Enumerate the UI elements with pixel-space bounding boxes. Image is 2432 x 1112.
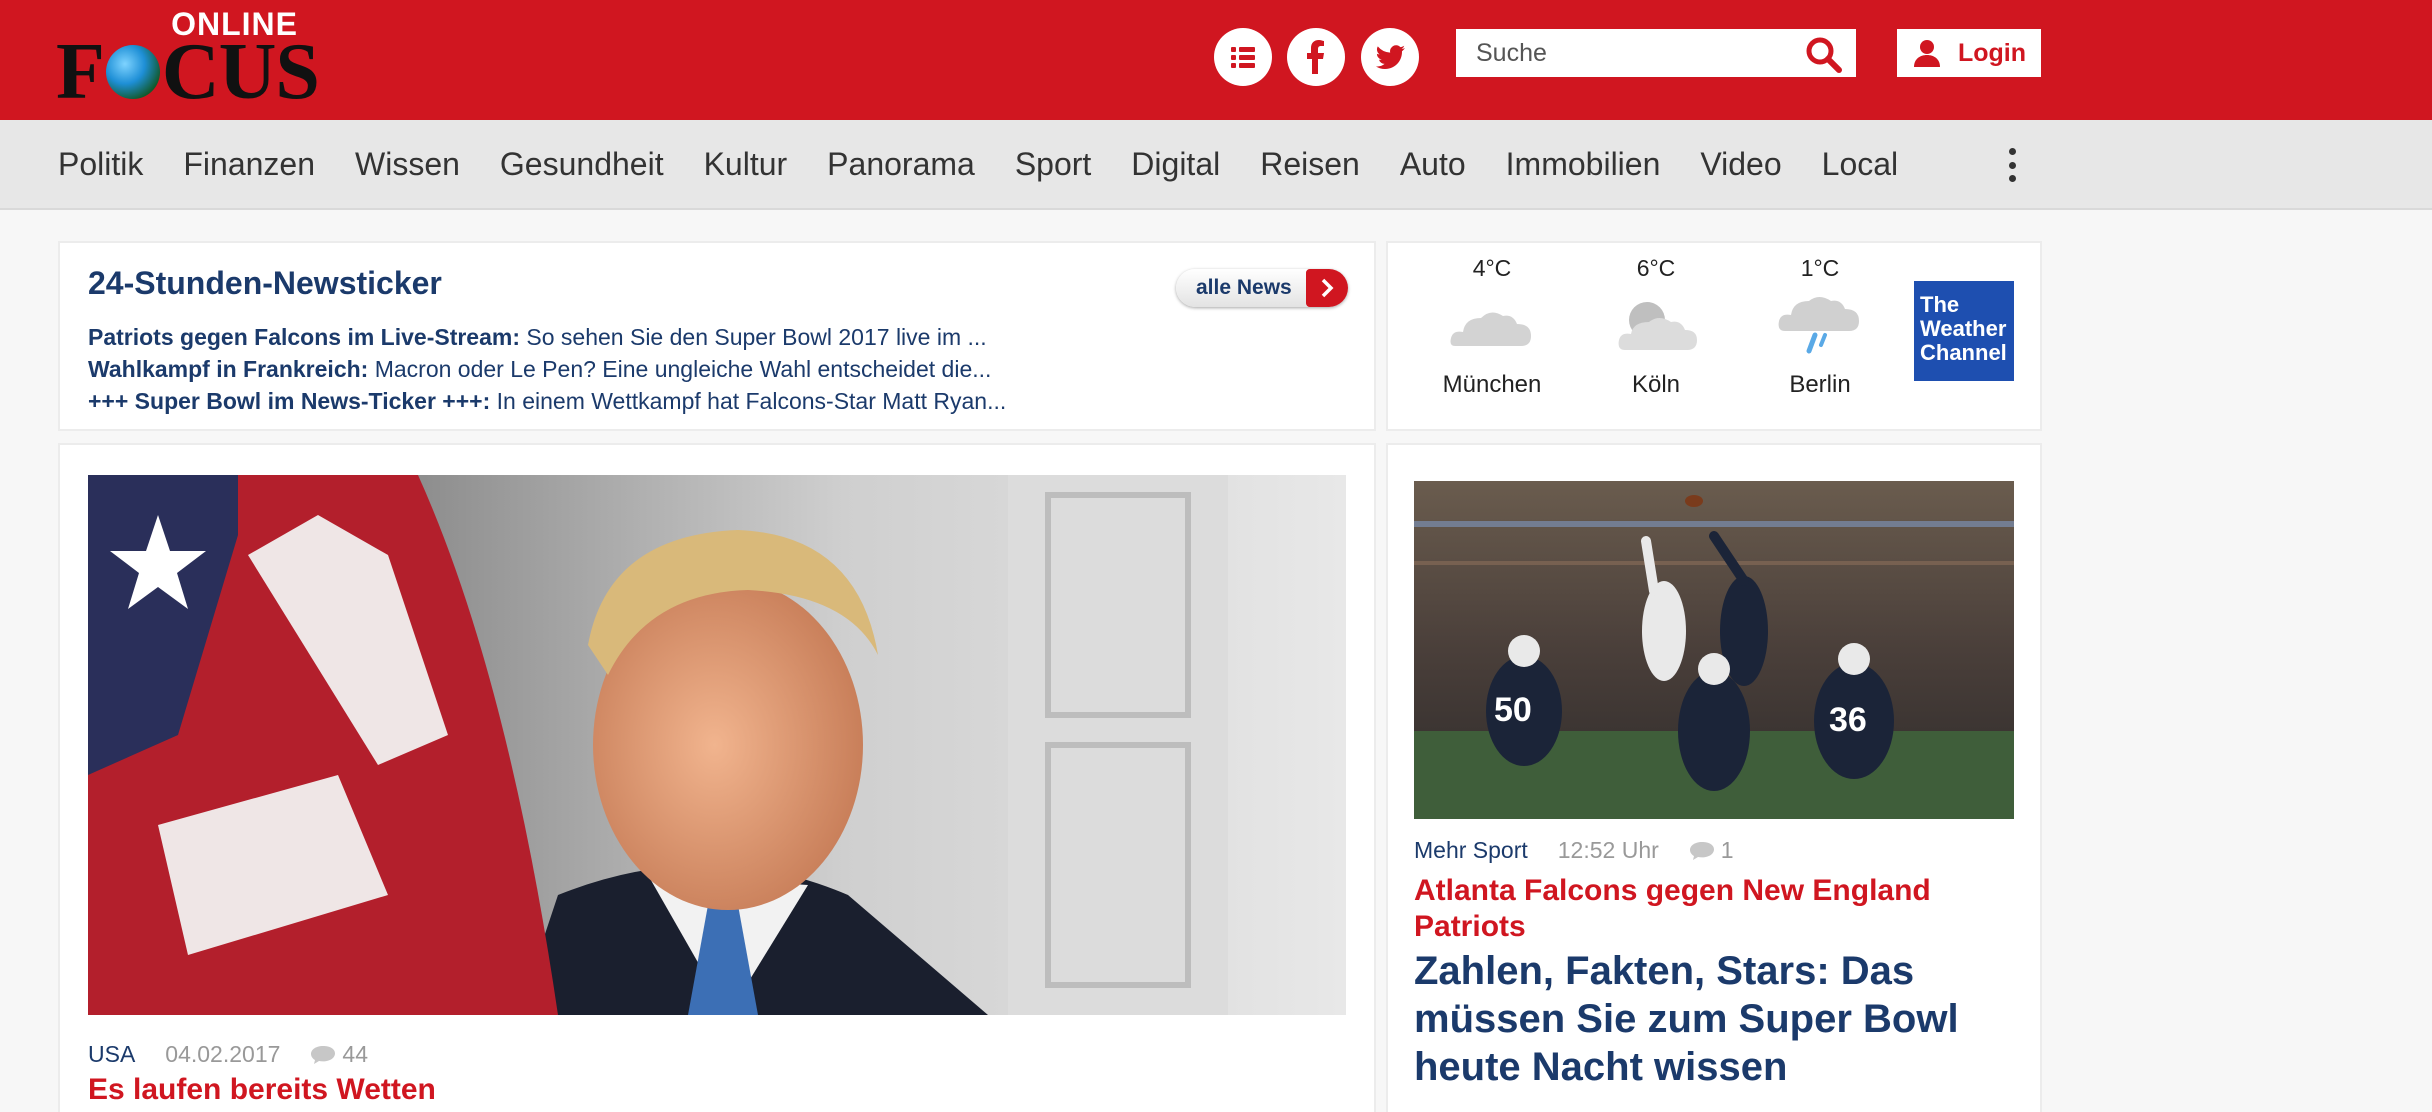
menu-list-icon[interactable] — [1214, 28, 1272, 86]
login-button[interactable]: Login — [1897, 29, 2041, 77]
main-navigation: Politik Finanzen Wissen Gesundheit Kultu… — [0, 120, 2432, 210]
facebook-icon[interactable] — [1287, 28, 1345, 86]
chevron-right-icon — [1306, 269, 1348, 307]
search-icon[interactable] — [1804, 35, 1842, 73]
nav-item-kultur[interactable]: Kultur — [704, 146, 788, 183]
nav-item-gesundheit[interactable]: Gesundheit — [500, 146, 664, 183]
side-article-meta: Mehr Sport 12:52 Uhr 1 — [1414, 837, 1734, 864]
weather-temp: 4°C — [1472, 255, 1512, 281]
rain-cloud-icon — [1778, 297, 1859, 354]
newsticker-item[interactable]: Wahlkampf in Frankreich: Macron oder Le … — [88, 353, 1006, 385]
newsticker-item[interactable]: +++ Super Bowl im News-Ticker +++: In ei… — [88, 385, 1006, 417]
comment-count[interactable]: 44 — [310, 1041, 368, 1068]
nav-item-digital[interactable]: Digital — [1131, 146, 1220, 183]
weather-city-cologne[interactable]: 6°C Köln — [1576, 255, 1736, 399]
newsticker-box: 24-Stunden-Newsticker alle News Patriots… — [60, 243, 1374, 429]
side-article-image[interactable]: 50 36 — [1414, 481, 2014, 819]
newsticker-list: Patriots gegen Falcons im Live-Stream: S… — [88, 321, 1006, 417]
weather-channel-logo[interactable]: The Weather Channel — [1914, 281, 2014, 381]
weather-city: Berlin — [1789, 371, 1851, 398]
side-article-card[interactable]: 50 36 Mehr Sport 12:52 Uhr 1 Atlanta Fal… — [1388, 445, 2040, 1112]
nav-list: Politik Finanzen Wissen Gesundheit Kultu… — [58, 120, 1898, 208]
side-article-kicker[interactable]: Atlanta Falcons gegen New England Patrio… — [1414, 873, 2014, 945]
more-menu-icon[interactable] — [2000, 148, 2024, 182]
twitter-icon[interactable] — [1361, 28, 1419, 86]
logo-letter-f: F — [56, 28, 105, 116]
weather-city-munich[interactable]: 4°C München — [1412, 255, 1572, 399]
nav-item-auto[interactable]: Auto — [1400, 146, 1466, 183]
newsticker-item[interactable]: Patriots gegen Falcons im Live-Stream: S… — [88, 321, 1006, 353]
partly-cloudy-icon — [1618, 302, 1697, 350]
nav-item-local[interactable]: Local — [1822, 146, 1899, 183]
side-article-headline[interactable]: Zahlen, Fakten, Stars: Das müssen Sie zu… — [1414, 947, 2014, 1091]
portrait-photo — [88, 475, 1346, 1015]
globe-icon — [105, 45, 160, 99]
weather-city: Köln — [1631, 371, 1681, 398]
svg-text:50: 50 — [1494, 691, 1532, 729]
all-news-button[interactable]: alle News — [1176, 269, 1348, 307]
svg-text:36: 36 — [1829, 701, 1867, 739]
nav-item-sport[interactable]: Sport — [1015, 146, 1091, 183]
comment-icon — [311, 1045, 336, 1064]
search-input[interactable] — [1456, 29, 1786, 77]
main-article-kicker[interactable]: Es laufen bereits Wetten — [88, 1073, 436, 1107]
search-box — [1456, 29, 1856, 77]
comment-icon — [1689, 841, 1714, 860]
nav-item-video[interactable]: Video — [1700, 146, 1781, 183]
top-header: ONLINE F CUS Login — [0, 0, 2432, 120]
main-article-image[interactable] — [88, 475, 1346, 1015]
logo-focus-text: F CUS — [56, 28, 320, 116]
nav-item-panorama[interactable]: Panorama — [827, 146, 975, 183]
weather-temp: 6°C — [1636, 255, 1676, 281]
nav-item-immobilien[interactable]: Immobilien — [1506, 146, 1661, 183]
article-category[interactable]: Mehr Sport — [1414, 837, 1528, 864]
login-label: Login — [1957, 38, 2027, 67]
weather-city-berlin[interactable]: 1°C Berlin — [1740, 255, 1900, 399]
main-article-card[interactable]: USA 04.02.2017 44 Es laufen bereits Wett… — [60, 445, 1374, 1112]
all-news-label: alle News — [1196, 276, 1292, 299]
weather-city: München — [1442, 371, 1542, 398]
nav-item-finanzen[interactable]: Finanzen — [183, 146, 315, 183]
nav-item-wissen[interactable]: Wissen — [355, 146, 460, 183]
focus-online-logo[interactable]: ONLINE F CUS — [56, 6, 320, 112]
football-photo: 50 36 — [1414, 481, 2014, 819]
main-article-meta: USA 04.02.2017 44 — [88, 1041, 368, 1068]
weather-widget: 4°C München 6°C Köln 1°C Berlin The Weat… — [1388, 243, 2040, 429]
article-time: 12:52 Uhr — [1557, 837, 1659, 863]
comment-count[interactable]: 1 — [1689, 837, 1734, 864]
newsticker-title[interactable]: 24-Stunden-Newsticker — [88, 265, 442, 302]
article-category[interactable]: USA — [88, 1041, 135, 1068]
logo-letters-cus: CUS — [161, 28, 320, 116]
cloud-icon — [1450, 312, 1531, 346]
weather-temp: 1°C — [1800, 255, 1840, 281]
user-icon — [1913, 40, 1940, 67]
nav-item-politik[interactable]: Politik — [58, 146, 143, 183]
nav-item-reisen[interactable]: Reisen — [1260, 146, 1360, 183]
article-date: 04.02.2017 — [165, 1041, 281, 1067]
